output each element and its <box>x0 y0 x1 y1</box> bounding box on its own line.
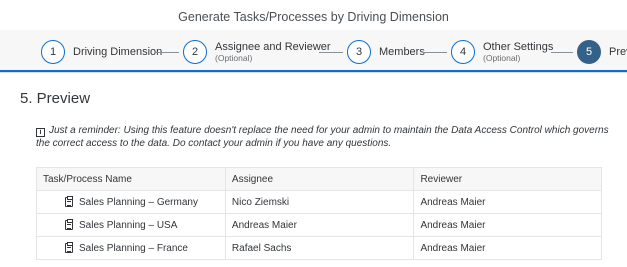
dialog-title: Generate Tasks/Processes by Driving Dime… <box>0 0 627 30</box>
step-text: Other Settings (Optional) <box>483 41 553 63</box>
column-header-task-name[interactable]: Task/Process Name <box>36 167 226 191</box>
column-header-reviewer[interactable]: Reviewer <box>413 167 602 191</box>
table-row[interactable]: Sales Planning – USA Andreas Maier Andre… <box>36 213 602 237</box>
step-text: Assignee and Reviewer (Optional) <box>215 41 331 63</box>
task-name-cell: Sales Planning – France <box>36 236 226 260</box>
notice-text: Just a reminder: Using this feature does… <box>36 125 609 149</box>
preview-table: Task/Process Name Assignee Reviewer Sale… <box>36 167 602 260</box>
task-name: Sales Planning – Germany <box>79 196 198 208</box>
reviewer-cell: Andreas Maier <box>413 236 602 260</box>
step-number: 4 <box>451 40 475 64</box>
step-optional-label: (Optional) <box>483 53 521 63</box>
column-header-assignee[interactable]: Assignee <box>224 167 415 191</box>
clipboard-icon <box>65 241 73 253</box>
task-name-cell: Sales Planning – Germany <box>36 190 226 214</box>
step-text: Driving Dimension <box>73 46 162 58</box>
step-connector <box>551 52 573 53</box>
step-number: 2 <box>183 40 207 64</box>
section-title: 5. Preview <box>20 90 91 107</box>
step-label: Preview <box>609 46 627 58</box>
table-row[interactable]: Sales Planning – Germany Nico Ziemski An… <box>36 190 602 214</box>
wizard-step-assignee-reviewer[interactable]: 2 Assignee and Reviewer (Optional) <box>183 40 331 64</box>
table-header-row: Task/Process Name Assignee Reviewer <box>36 167 602 191</box>
task-name: Sales Planning – France <box>79 242 188 254</box>
wizard-step-other-settings[interactable]: 4 Other Settings (Optional) <box>451 40 553 64</box>
step-number: 1 <box>41 40 65 64</box>
wizard-step-members[interactable]: 3 Members <box>347 40 425 64</box>
step-label: Other Settings <box>483 41 554 53</box>
data-access-notice: i Just a reminder: Using this feature doe… <box>36 124 618 150</box>
step-connector <box>319 52 343 53</box>
table-row[interactable]: Sales Planning – France Rafael Sachs And… <box>36 236 602 260</box>
reviewer-cell: Andreas Maier <box>413 190 602 214</box>
info-icon: i <box>36 128 45 137</box>
step-connector <box>155 52 179 53</box>
wizard-step-driving-dimension[interactable]: 1 Driving Dimension <box>41 40 162 64</box>
step-number: 3 <box>347 40 371 64</box>
assignee-cell: Andreas Maier <box>224 213 415 237</box>
assignee-cell: Rafael Sachs <box>224 236 415 260</box>
clipboard-icon <box>65 218 73 230</box>
step-text: Members <box>379 46 425 58</box>
wizard-progress-bar: 1 Driving Dimension 2 Assignee and Revie… <box>0 30 627 73</box>
assignee-cell: Nico Ziemski <box>224 190 415 214</box>
step-label: Members <box>379 46 425 58</box>
task-name-cell: Sales Planning – USA <box>36 213 226 237</box>
step-number: 5 <box>577 40 601 64</box>
step-optional-label: (Optional) <box>215 53 253 63</box>
step-label: Assignee and Reviewer <box>215 41 331 53</box>
step-connector <box>423 52 447 53</box>
wizard-progress-indicator <box>0 70 627 72</box>
reviewer-cell: Andreas Maier <box>413 213 602 237</box>
clipboard-icon <box>65 195 73 207</box>
step-text: Preview <box>609 46 627 58</box>
wizard-step-preview[interactable]: 5 Preview <box>577 40 627 64</box>
task-name: Sales Planning – USA <box>79 219 178 231</box>
step-label: Driving Dimension <box>73 46 163 58</box>
